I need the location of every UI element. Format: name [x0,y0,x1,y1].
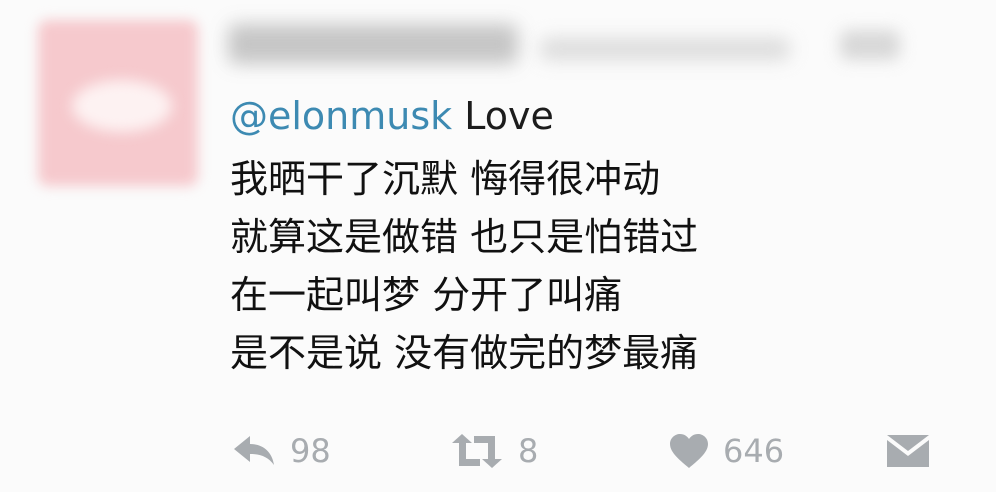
reply-count: 98 [290,432,331,470]
tweet-line: 是不是说 没有做完的梦最痛 [230,331,699,375]
tweet-actions: 98 8 646 [0,426,996,476]
blurred-display-name [228,24,518,64]
avatar-image [72,80,172,132]
blurred-timestamp [840,30,900,60]
tweet-line: 在一起叫梦 分开了叫痛 [230,273,623,317]
like-button[interactable]: 646 [669,426,784,476]
retweet-icon [450,433,504,469]
tweet-line: 我晒干了沉默 悔得很冲动 [230,157,661,201]
like-count: 646 [723,432,785,470]
retweet-count: 8 [518,432,539,470]
tweet-first-line: @elonmusk Love [230,92,554,140]
retweet-button[interactable]: 8 [450,426,538,476]
mention-link[interactable]: @elonmusk [230,94,452,138]
envelope-icon [886,434,930,468]
blurred-username [540,38,790,60]
reply-button[interactable]: 98 [232,426,331,476]
tweet-line: 就算这是做错 也只是怕错过 [230,215,699,259]
tweet-card: @elonmusk Love 我晒干了沉默 悔得很冲动 就算这是做错 也只是怕错… [0,0,996,492]
tweet-body: 我晒干了沉默 悔得很冲动 就算这是做错 也只是怕错过 在一起叫梦 分开了叫痛 是… [230,150,698,382]
reply-icon [232,433,276,469]
message-button[interactable] [886,426,930,476]
heart-icon [669,433,709,469]
first-line-text: Love [452,94,554,138]
